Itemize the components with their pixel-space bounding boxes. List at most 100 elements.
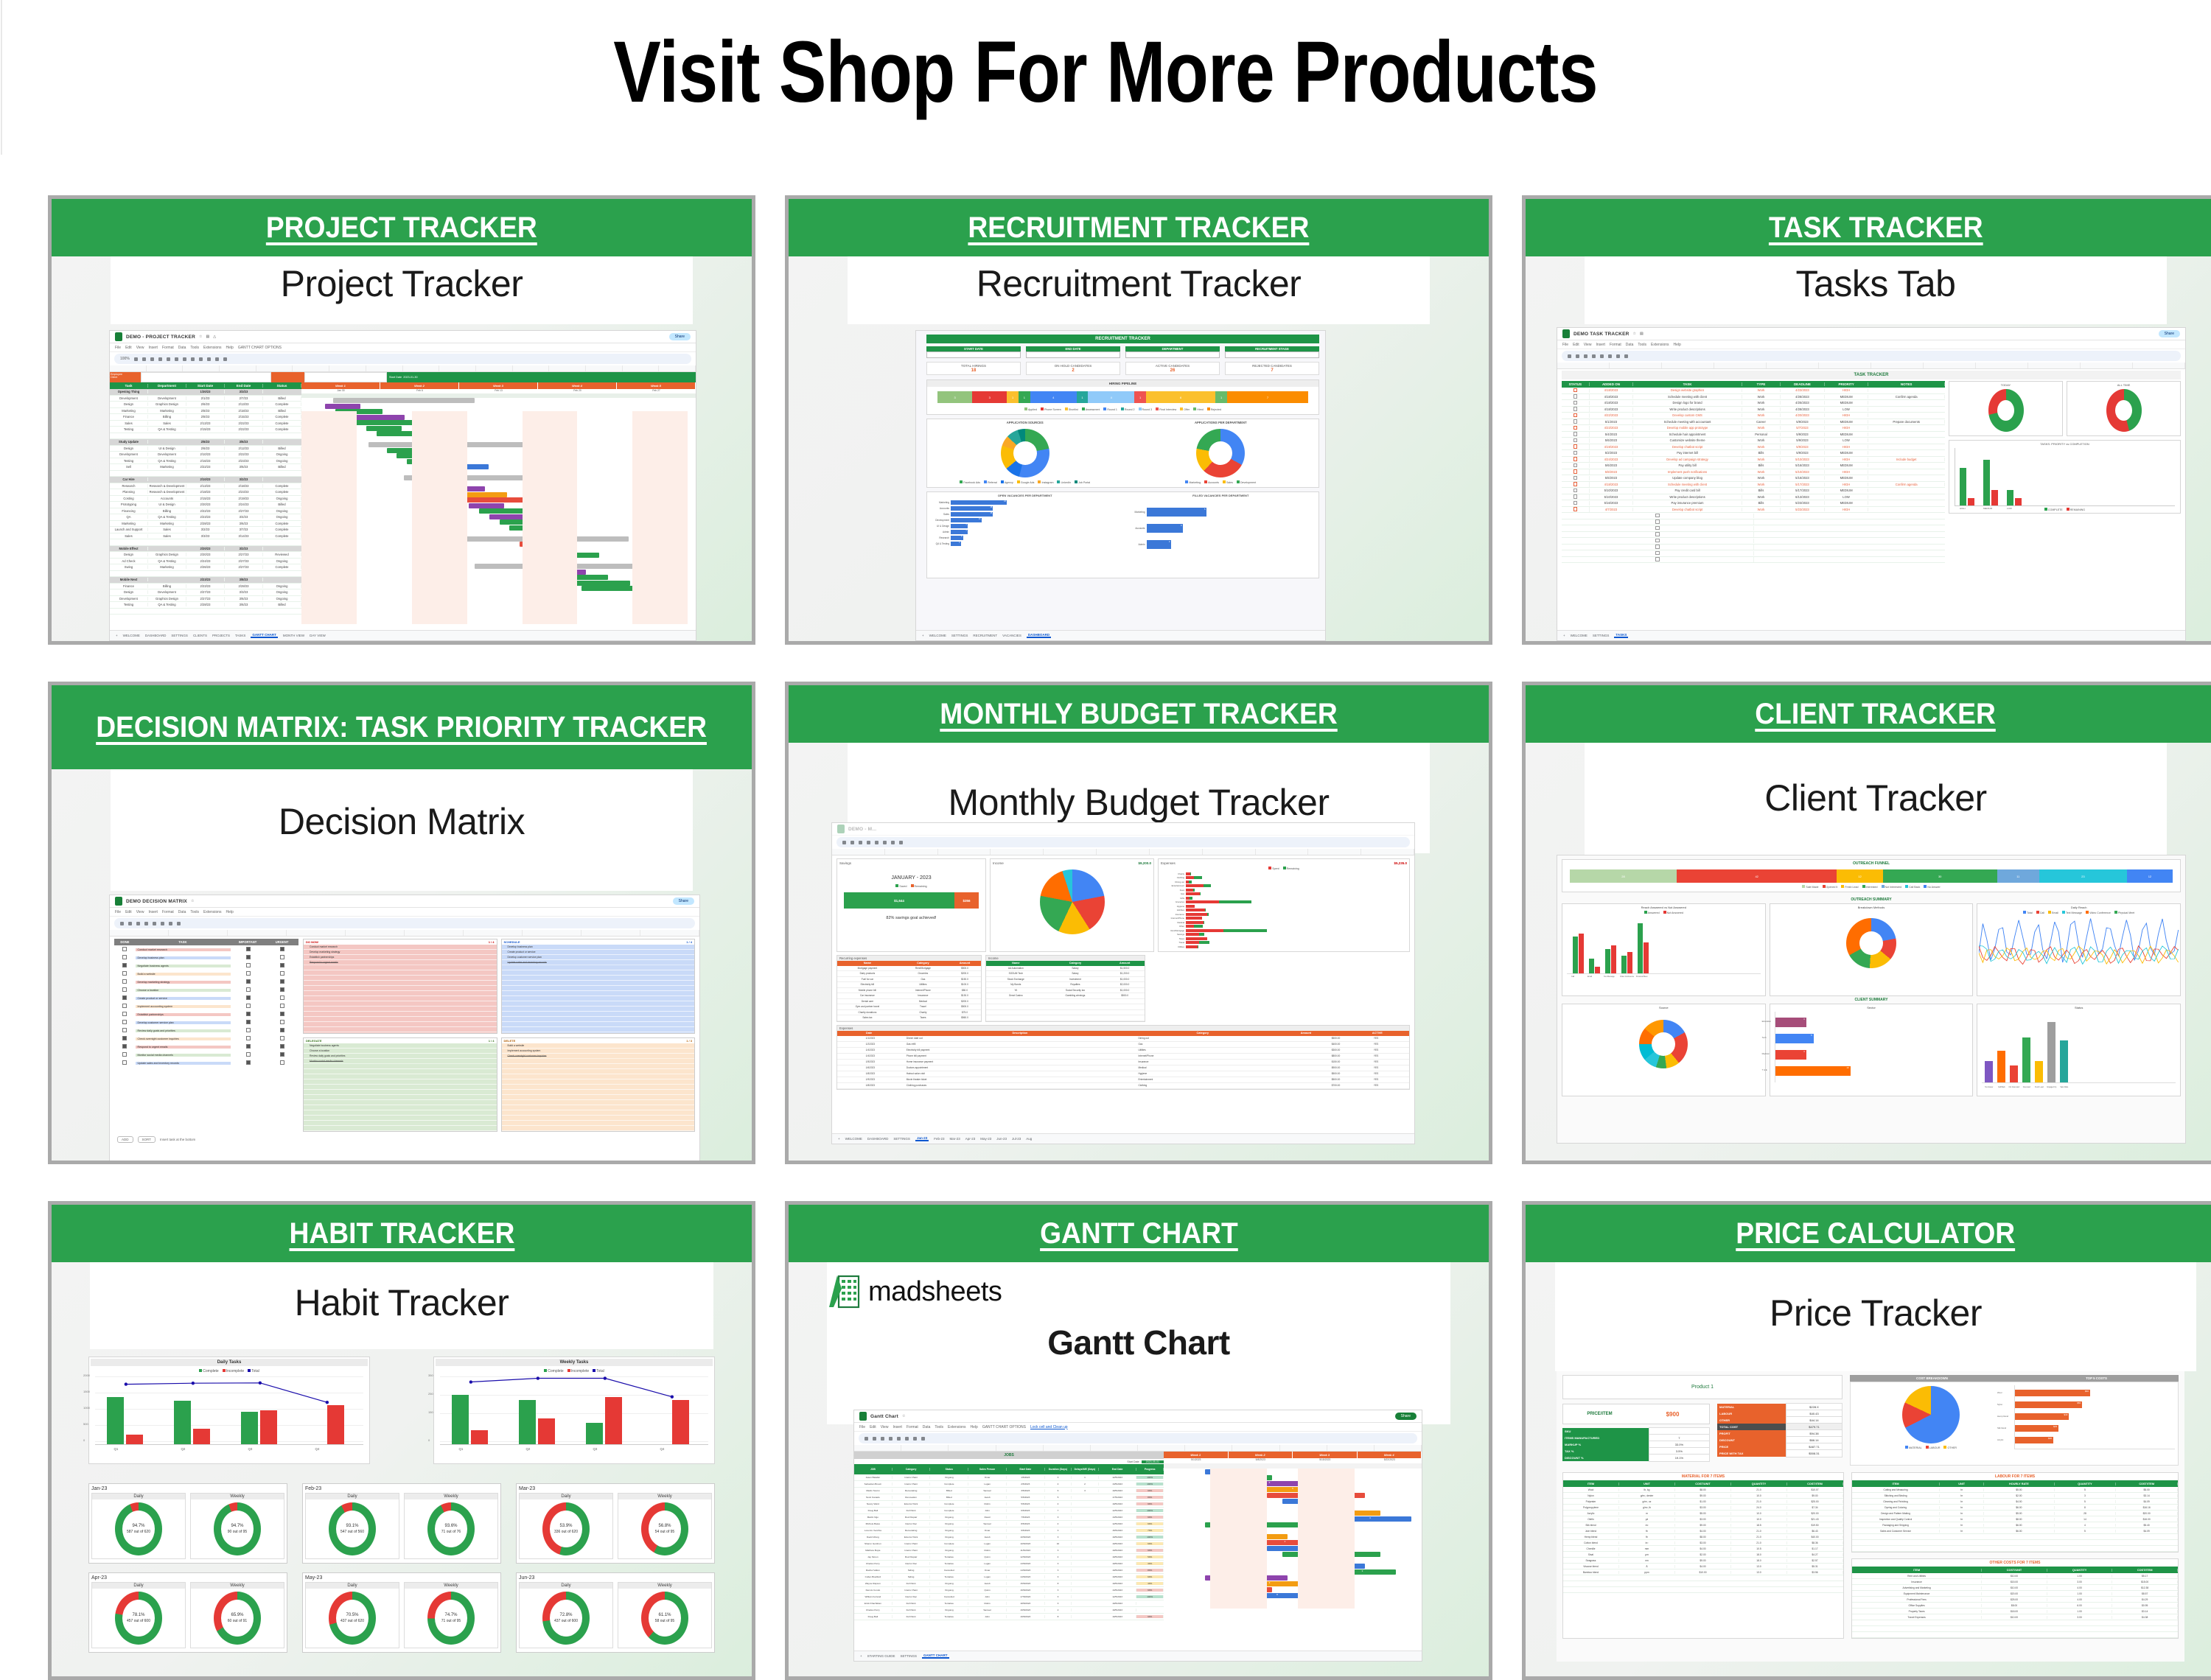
toolbar-icon[interactable] (1568, 354, 1571, 358)
table-row[interactable]: Rent and Utilities $10.00 1.00 $5.17 (1852, 1573, 2178, 1579)
checkbox[interactable] (122, 1028, 127, 1032)
sheet-tabs[interactable]: + STARTING GUIDE SETTINGS GANTT CHART (854, 1651, 1422, 1661)
table-row[interactable]: Insurance $15.00 3.00 $15.00 (1852, 1579, 2178, 1585)
checkbox[interactable] (246, 1004, 251, 1008)
table-row[interactable]: Sisal µm $2.00 18.0 $4.27 (1563, 1552, 1843, 1558)
table-row[interactable]: Doug Ball Full Paint Complete John 6/5/2023 7… (854, 1508, 1164, 1514)
gantt-area[interactable]: Week 1 Week 2 Week 3 Week 4 Week 5 Jan 3… (301, 382, 696, 624)
menu-gantt-options[interactable]: GANTT CHART OPTIONS (982, 1425, 1026, 1429)
table-row[interactable]: Design Development 2/27/23 3/3/23 Ongoing (110, 589, 301, 596)
table-row[interactable]: Marketing Marketing 2/28/23 3/6/23 Complete (110, 521, 301, 528)
income-table[interactable]: Income Name Category Amount AA Automatio… (985, 955, 1145, 1022)
empty-row[interactable] (986, 1015, 1145, 1021)
column-headers[interactable] (1557, 363, 2185, 369)
task-list-table[interactable]: DONE TASK IMPORTANT URGENT Conduct marke… (114, 939, 298, 1132)
toolbar-icon[interactable] (142, 357, 146, 361)
product-card-project-tracker[interactable]: PROJECT TRACKER Project Tracker DEMO - P… (48, 195, 755, 645)
quadrant-empty-row[interactable] (502, 1001, 695, 1007)
checkbox[interactable] (280, 1020, 284, 1024)
product-card-client-tracker[interactable]: CLIENT TRACKER Client Tracker OUTREACH F… (1522, 682, 2211, 1164)
quadrant-item[interactable]: Establish partnerships (304, 955, 497, 960)
table-row[interactable]: Matthew Boyle Interior Paint Ongoing Robin 1… (854, 1547, 1164, 1554)
toolbar-icon[interactable] (881, 1437, 884, 1441)
table-row[interactable]: Choose a location (114, 986, 298, 994)
column-headers[interactable] (832, 849, 1414, 855)
menu-view[interactable]: View (136, 910, 144, 914)
table-row[interactable]: Cutting and Measuring hr $5.00 5 $5.00 (1852, 1487, 2178, 1493)
toolbar-icon[interactable] (223, 357, 227, 361)
quadrant-item[interactable]: Develop customer service plan (502, 955, 695, 960)
table-row[interactable]: Charles Perry Interior Dec Tentative Logan 1… (854, 1561, 1164, 1567)
status-checkbox[interactable] (1655, 557, 1660, 561)
menu-file[interactable]: File (115, 910, 121, 914)
quadrant-item[interactable]: Respond to urgent emails (304, 960, 497, 965)
status-checkbox[interactable] (1655, 545, 1660, 549)
empty-row[interactable] (986, 1010, 1145, 1016)
quadrant-empty-row[interactable] (502, 1121, 695, 1126)
tab-add-icon[interactable]: + (1563, 634, 1565, 637)
quadrant-empty-row[interactable] (304, 1095, 497, 1100)
move-icon[interactable]: ▤ (206, 335, 209, 339)
task-group-row[interactable]: Mobile Next 2/23/23 3/8/23 (110, 577, 301, 584)
tab-tasks[interactable]: TASKS (235, 634, 245, 637)
empty-row[interactable] (1562, 532, 1945, 539)
quadrant-empty-row[interactable] (304, 1105, 497, 1110)
table-row[interactable]: Viscose blend Å $4.00 13.0 $5.31 (1563, 1564, 1843, 1569)
table-row[interactable]: Car insurance Insurance $130.0 (837, 993, 981, 999)
quadrant-empty-row[interactable] (304, 1085, 497, 1090)
material-table[interactable]: MATERIAL FOR 7 ITEMS ITEM UNIT COST/UNIT… (1562, 1472, 1844, 1639)
toolbar-icon[interactable] (134, 357, 138, 361)
product-selector[interactable]: Product 1 (1562, 1375, 1842, 1399)
move-icon[interactable]: ▤ (1640, 332, 1644, 336)
table-row[interactable]: Rachel Vallon Siding Cancelled Omar 14/5/202… (854, 1567, 1164, 1574)
table-row[interactable]: Dennis Condo Interior Paint Ongoing Quinn 16… (854, 1587, 1164, 1594)
table-row[interactable]: 4/23/2023 Develop mobile app prototype Wor… (1562, 425, 1945, 432)
quadrant-empty-row[interactable] (502, 1074, 695, 1079)
column-headers[interactable] (854, 1445, 1422, 1452)
checkbox[interactable] (246, 971, 251, 976)
table-row[interactable]: William Ferrand Interior Dec Cancelled John… (854, 1594, 1164, 1600)
toolbar-icon[interactable] (905, 1437, 909, 1441)
gantt-task-bar[interactable] (469, 503, 504, 508)
menu-format[interactable]: Format (162, 346, 174, 350)
status-checkbox[interactable] (1573, 426, 1578, 430)
tab-mar-23[interactable]: Mar-23 (949, 1137, 960, 1141)
toolbar-icon[interactable] (1576, 354, 1579, 358)
checkbox[interactable] (280, 995, 284, 1000)
star-icon[interactable]: ☆ (199, 335, 202, 339)
empty-row[interactable] (1563, 1587, 1843, 1593)
table-rows[interactable]: Mortgage payment Rent/Mortgage $500.0 Dairy… (837, 966, 981, 1021)
menu-help[interactable]: Help (1674, 343, 1681, 347)
table-row[interactable]: Great Casino Gambling winnings $500.0 (986, 993, 1145, 999)
menu-format[interactable]: Format (907, 1425, 918, 1429)
table-row[interactable]: Jay Simon Roof Repair Tentative Quinn 12/5/2… (854, 1554, 1164, 1561)
product-card-decision-matrix[interactable]: DECISION MATRIX: TASK PRIORITY TRACKER D… (48, 682, 755, 1164)
table-row[interactable]: 5/1/2023 Schedule meeting with accountant… (1562, 419, 1945, 426)
table-row[interactable]: Check overnight customer inquiries (114, 1035, 298, 1043)
quadrant-empty-row[interactable] (304, 1121, 497, 1126)
table-row[interactable]: Gym and partner travel Travel $500.0 (837, 1004, 981, 1010)
status-checkbox[interactable] (1573, 413, 1578, 418)
tab-welcome[interactable]: WELCOME (123, 634, 140, 637)
table-row[interactable]: Polyester g/m², oz $1.00 21.0 $25.00 (1563, 1499, 1843, 1505)
checkbox[interactable] (122, 1012, 127, 1016)
table-row[interactable]: Ad Check QA & Testing 2/24/23 2/27/23 Ongoin… (110, 559, 301, 565)
input-value[interactable]: 19.1% (1649, 1454, 1710, 1462)
tab-add-icon[interactable]: + (116, 634, 118, 637)
table-row[interactable]: Respond to urgent emails (114, 1043, 298, 1051)
tab-aug[interactable]: Aug (1026, 1137, 1032, 1141)
status-checkbox[interactable] (1573, 469, 1578, 474)
toolbar-icon[interactable] (158, 357, 162, 361)
status-checkbox[interactable] (1655, 551, 1660, 556)
filter-input-employee[interactable] (141, 372, 271, 382)
input-fields[interactable]: SKU ITEMS MANUFACTURED 7 MARKUP % 33.0% TAX %… (1562, 1428, 1710, 1461)
table-row[interactable]: Mortgage payment Rent/Mortgage $500.0 (837, 966, 981, 972)
toolbar-icon[interactable] (167, 357, 170, 361)
table-row[interactable]: My Bonds Royalties $2,000.0 (986, 982, 1145, 988)
gantt-task-bar[interactable] (458, 497, 529, 503)
empty-row[interactable] (1562, 550, 1945, 557)
tab-add-icon[interactable]: + (922, 634, 924, 637)
quadrant-item[interactable]: Conduct market research (304, 945, 497, 950)
toolbar-icon[interactable] (1616, 354, 1620, 358)
spreadsheet-mock[interactable]: DEMO - PROJECT TRACKER ☆ ▤ △ Share File Edi… (109, 330, 696, 641)
